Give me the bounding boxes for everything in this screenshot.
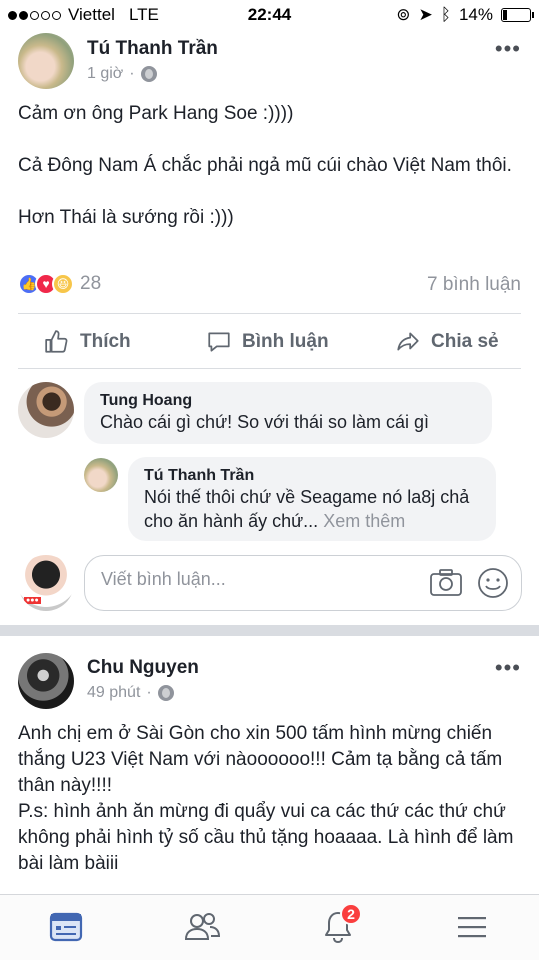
- news-feed-icon: [49, 912, 83, 942]
- reply-avatar[interactable]: [84, 458, 118, 492]
- comment-count[interactable]: 7 bình luận: [427, 274, 521, 296]
- friends-icon: [184, 913, 221, 940]
- post-time: 1 giờ: [87, 65, 124, 82]
- hamburger-menu-icon: [458, 917, 486, 938]
- thumbs-up-icon: [45, 330, 68, 353]
- post-author-name[interactable]: Tú Thanh Trần: [87, 38, 218, 60]
- commenter-avatar[interactable]: [18, 382, 74, 438]
- tab-news-feed[interactable]: [46, 909, 86, 945]
- comment-text: Chào cái gì chứ! So với thái so làm cái …: [100, 412, 430, 432]
- reply-bubble: Tú Thanh Trần Nói thế thôi chứ về Seagam…: [128, 457, 496, 541]
- tab-menu[interactable]: [452, 909, 492, 945]
- comment-author[interactable]: Tung Hoang: [100, 392, 476, 410]
- rotation-lock-icon: ⊚: [396, 5, 411, 24]
- comment-button[interactable]: Bình luận: [206, 329, 329, 355]
- post-text: Cảm ơn ông Park Hang Soe :)))) Cả Đông N…: [18, 103, 512, 228]
- comment-bubble: Tung Hoang Chào cái gì chứ! So với thái …: [84, 382, 492, 444]
- see-more-link[interactable]: Xem thêm: [323, 511, 405, 531]
- tab-notifications[interactable]: 2: [318, 903, 362, 945]
- globe-icon: [140, 66, 157, 82]
- author-avatar[interactable]: [18, 653, 74, 709]
- status-bar: Viettel LTE 22:44 ⊚ ➤ ᛒ 14%: [0, 0, 539, 30]
- avatar-badge: ●●●: [24, 597, 41, 604]
- comment-bubble-icon: [208, 332, 230, 352]
- battery-percent: 14%: [458, 5, 493, 24]
- divider: [18, 313, 521, 314]
- reply-text: Nói thế thôi chứ về Seagame nó la8j chả …: [144, 487, 470, 531]
- post-text: Anh chị em ở Sài Gòn cho xin 500 tấm hìn…: [18, 723, 514, 874]
- post-author-name[interactable]: Chu Nguyen: [87, 657, 199, 679]
- bottom-tab-bar: 2: [0, 894, 539, 960]
- author-avatar[interactable]: [18, 33, 74, 89]
- location-icon: ➤: [418, 5, 433, 24]
- reply-author[interactable]: Tú Thanh Trần: [144, 467, 480, 485]
- post-time: 49 phút: [87, 684, 141, 701]
- write-comment-input[interactable]: Viết bình luận...: [84, 555, 522, 611]
- smiley-icon[interactable]: [477, 567, 509, 599]
- share-arrow-icon: [397, 332, 419, 351]
- more-dots-icon[interactable]: •••: [495, 655, 521, 681]
- write-comment-placeholder: Viết bình luận...: [101, 569, 226, 589]
- reaction-count: 28: [80, 273, 102, 294]
- notification-badge: 2: [340, 903, 362, 925]
- divider: [18, 368, 521, 369]
- camera-icon[interactable]: [429, 568, 463, 598]
- haha-reaction-icon: 😆: [52, 273, 74, 295]
- post-meta: 49 phút ·: [87, 684, 174, 702]
- post-separator: [0, 625, 539, 636]
- bluetooth-icon: ᛒ: [440, 5, 451, 24]
- like-label: Thích: [80, 331, 131, 352]
- like-button[interactable]: Thích: [44, 329, 131, 355]
- post-meta: 1 giờ ·: [87, 65, 157, 83]
- comment-label: Bình luận: [242, 331, 329, 352]
- battery-icon: [501, 8, 534, 22]
- globe-icon: [157, 685, 174, 701]
- share-label: Chia sẻ: [431, 331, 499, 352]
- reaction-summary[interactable]: 👍 ♥ 😆 28: [18, 273, 101, 295]
- more-dots-icon[interactable]: •••: [495, 36, 521, 62]
- share-button[interactable]: Chia sẻ: [395, 329, 499, 355]
- my-avatar: ●●●: [18, 555, 74, 611]
- tab-friends[interactable]: [182, 909, 222, 945]
